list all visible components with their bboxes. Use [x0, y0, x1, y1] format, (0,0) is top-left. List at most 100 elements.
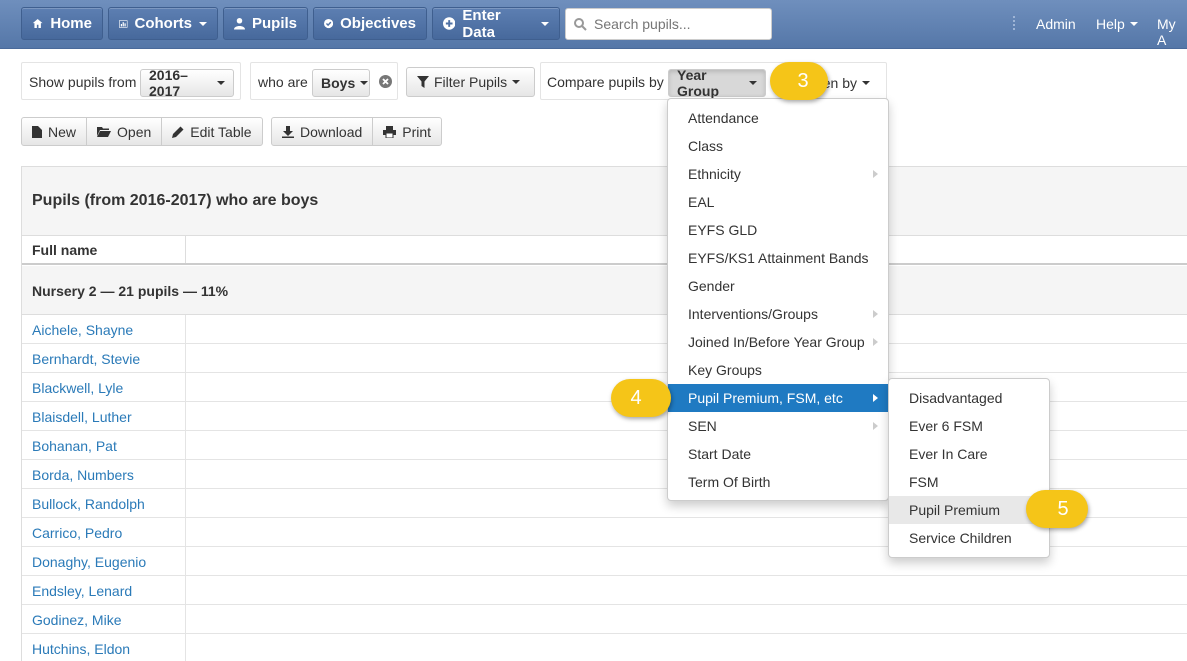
menu-item-label: Term Of Birth	[688, 474, 771, 490]
pupil-name-link[interactable]: Endsley, Lenard	[22, 576, 186, 604]
pupil-premium-submenu: Disadvantaged Ever 6 FSM Ever In Care FSM Pu…	[888, 378, 1050, 558]
pupil-name-link[interactable]: Hutchins, Eldon	[22, 634, 186, 661]
menu-item[interactable]: Attendance	[668, 104, 888, 132]
pupil-name-link[interactable]: Borda, Numbers	[22, 460, 186, 488]
print-label: Print	[402, 123, 432, 140]
top-navbar: Home Cohorts Pupils Objectives Enter Dat…	[0, 0, 1187, 49]
my-account-label: My A	[1157, 16, 1176, 48]
clear-filter-icon[interactable]	[379, 75, 392, 88]
pupil-name-link[interactable]: Blaisdell, Luther	[22, 402, 186, 430]
menu-item-label: Ethnicity	[688, 166, 741, 182]
menu-item[interactable]: Gender	[668, 272, 888, 300]
filter-pupils-label: Filter Pupils	[434, 74, 508, 90]
menu-item[interactable]: SEN	[668, 412, 888, 440]
search-box[interactable]	[565, 8, 772, 40]
compare-dropdown[interactable]: Year Group	[668, 67, 766, 99]
chevron-down-icon	[541, 21, 549, 26]
print-button[interactable]: Print	[372, 117, 443, 146]
export-button-group: Download Print	[271, 117, 443, 146]
download-button[interactable]: Download	[271, 117, 374, 146]
menu-item[interactable]: EAL	[668, 188, 888, 216]
submenu-item[interactable]: Disadvantaged	[889, 384, 1049, 412]
pupil-name-link[interactable]: Bernhardt, Stevie	[22, 344, 186, 372]
submenu-item[interactable]: Pupil Premium	[889, 496, 1049, 524]
chevron-right-icon	[873, 310, 878, 318]
pupil-name-link[interactable]: Blackwell, Lyle	[22, 373, 186, 401]
chevron-right-icon	[873, 338, 878, 346]
step-number: 3	[797, 69, 809, 92]
chevron-down-icon	[360, 81, 369, 85]
pupils-button[interactable]: Pupils	[223, 7, 308, 40]
menu-item-label: Attendance	[688, 110, 759, 126]
menu-item-label: Pupil Premium, FSM, etc	[688, 390, 843, 406]
table-row: Hutchins, Eldon	[22, 634, 1187, 661]
submenu-item[interactable]: Service Children	[889, 524, 1049, 552]
chevron-right-icon	[873, 394, 878, 402]
menu-item-label: Key Groups	[688, 362, 762, 378]
menu-item[interactable]: Pupil Premium, FSM, etc	[668, 384, 888, 412]
chevron-down-icon	[862, 81, 870, 85]
menu-item-label: Class	[688, 138, 724, 154]
nav-divider	[1013, 16, 1015, 30]
show-from-label: Show pupils from	[29, 74, 137, 90]
step-callout-4: 4	[611, 379, 671, 417]
pupil-name-link[interactable]: Aichele, Shayne	[22, 315, 186, 343]
menu-item-label: SEN	[688, 418, 717, 434]
submenu-item[interactable]: FSM	[889, 468, 1049, 496]
pupil-name-link[interactable]: Carrico, Pedro	[22, 518, 186, 546]
help-menu[interactable]: Help	[1096, 16, 1138, 32]
menu-item[interactable]: EYFS GLD	[668, 216, 888, 244]
new-button[interactable]: New	[21, 117, 88, 146]
menu-item-label: Joined In/Before Year Group	[688, 334, 865, 350]
menu-item-label: EAL	[688, 194, 715, 210]
open-button[interactable]: Open	[86, 117, 163, 146]
pupil-name-link[interactable]: Godinez, Mike	[22, 605, 186, 633]
admin-link[interactable]: Admin	[1036, 16, 1076, 32]
submenu-item[interactable]: Ever In Care	[889, 440, 1049, 468]
pencil-icon	[172, 126, 184, 138]
edit-table-label: Edit Table	[190, 123, 252, 140]
search-input[interactable]	[594, 16, 764, 32]
new-label: New	[48, 123, 77, 140]
gender-dropdown[interactable]: Boys	[312, 69, 370, 97]
menu-item[interactable]: EYFS/KS1 Attainment Bands	[668, 244, 888, 272]
cohorts-button[interactable]: Cohorts	[108, 7, 218, 40]
folder-open-icon	[97, 127, 112, 137]
filter-pupils-button[interactable]: Filter Pupils	[406, 67, 535, 97]
menu-item[interactable]: Ethnicity	[668, 160, 888, 188]
enter-data-button[interactable]: Enter Data	[432, 7, 560, 41]
pupil-name-link[interactable]: Bullock, Randolph	[22, 489, 186, 517]
menu-item-label: EYFS/KS1 Attainment Bands	[688, 250, 869, 266]
pupil-name-link[interactable]: Donaghy, Eugenio	[22, 547, 186, 575]
full-name-header[interactable]: Full name	[22, 236, 186, 263]
submenu-item[interactable]: Ever 6 FSM	[889, 412, 1049, 440]
menu-item-label: Start Date	[688, 446, 752, 462]
menu-item[interactable]: Term Of Birth	[668, 468, 888, 496]
compare-value: Year Group	[677, 67, 719, 99]
menu-item[interactable]: Interventions/Groups	[668, 300, 888, 328]
home-button[interactable]: Home	[21, 7, 103, 40]
objectives-button[interactable]: Objectives	[313, 7, 427, 40]
chevron-down-icon	[217, 81, 225, 85]
menu-item[interactable]: Key Groups	[668, 356, 888, 384]
file-icon	[32, 125, 42, 138]
printer-icon	[383, 125, 397, 138]
chevron-down-icon	[1129, 22, 1138, 26]
objectives-label: Objectives	[340, 15, 416, 32]
my-account-menu[interactable]: My A	[1157, 16, 1187, 48]
pupils-label: Pupils	[251, 15, 297, 32]
menu-item[interactable]: Class	[668, 132, 888, 160]
compare-label: Compare pupils by	[547, 74, 664, 90]
menu-item[interactable]: Start Date	[668, 440, 888, 468]
edit-table-button[interactable]: Edit Table	[161, 117, 263, 146]
year-dropdown[interactable]: 2016–2017	[140, 67, 234, 99]
table-row: Godinez, Mike	[22, 605, 1187, 634]
admin-label: Admin	[1036, 16, 1076, 32]
help-label: Help	[1096, 16, 1125, 32]
menu-item-label: Interventions/Groups	[688, 306, 818, 322]
pupil-name-link[interactable]: Bohanan, Pat	[22, 431, 186, 459]
menu-item[interactable]: Joined In/Before Year Group	[668, 328, 888, 356]
step-callout-5: 5	[1026, 490, 1088, 528]
download-label: Download	[300, 123, 363, 140]
table-row: Endsley, Lenard	[22, 576, 1187, 605]
